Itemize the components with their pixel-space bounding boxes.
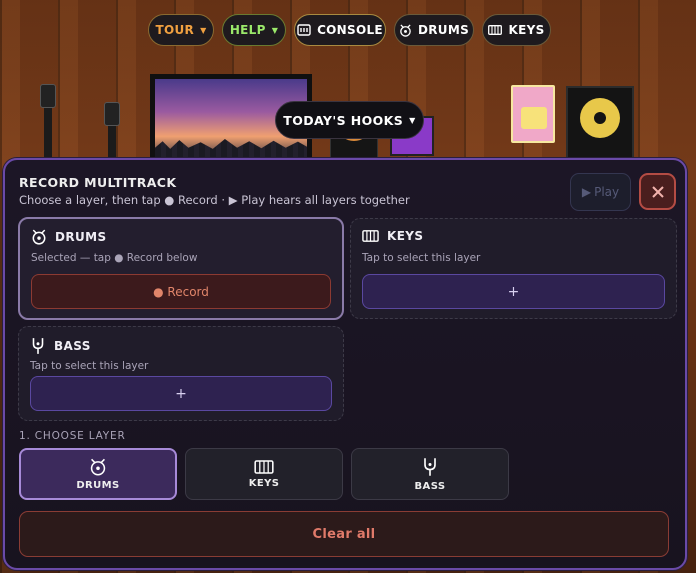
drum-icon bbox=[400, 23, 411, 37]
choose-label: DRUMS bbox=[76, 479, 120, 491]
keys-label: KEYS bbox=[508, 23, 545, 37]
chevron-down-icon: ▼ bbox=[409, 115, 416, 125]
keyboard-icon bbox=[488, 25, 503, 35]
keyboard-icon bbox=[362, 230, 379, 242]
bass-icon bbox=[32, 338, 44, 354]
layer-note: Tap to select this layer bbox=[362, 252, 481, 264]
console-button[interactable]: CONSOLE bbox=[294, 14, 386, 46]
add-layer-button[interactable]: + bbox=[362, 274, 665, 309]
console-icon bbox=[297, 24, 311, 36]
pink-poster bbox=[511, 85, 555, 143]
choose-bass-button[interactable]: BASS bbox=[351, 448, 509, 500]
guitar-decoration bbox=[104, 102, 120, 166]
close-button[interactable] bbox=[639, 173, 676, 210]
tour-button[interactable]: TOUR ▼ bbox=[148, 14, 214, 46]
choose-layer-label: 1. CHOOSE LAYER bbox=[19, 430, 126, 442]
choose-keys-button[interactable]: KEYS bbox=[185, 448, 343, 500]
help-label: HELP bbox=[229, 23, 266, 37]
drum-icon bbox=[90, 458, 106, 475]
drum-icon bbox=[32, 229, 46, 245]
record-button[interactable]: ● Record bbox=[31, 274, 331, 309]
layer-note: Tap to select this layer bbox=[30, 360, 149, 372]
layer-name: KEYS bbox=[387, 229, 424, 243]
layer-card-drums[interactable]: DRUMS Selected — tap ● Record below ● Re… bbox=[18, 217, 344, 320]
bass-icon bbox=[424, 457, 436, 476]
drums-label: DRUMS bbox=[417, 23, 470, 37]
hooks-label: TODAY'S HOOKS bbox=[283, 112, 404, 128]
choose-label: BASS bbox=[414, 480, 446, 492]
todays-hooks-button[interactable]: TODAY'S HOOKS ▼ bbox=[275, 101, 424, 139]
keys-button[interactable]: KEYS bbox=[482, 14, 551, 46]
help-button[interactable]: HELP ▼ bbox=[222, 14, 286, 46]
drums-button[interactable]: DRUMS bbox=[394, 14, 474, 46]
keyboard-icon bbox=[254, 459, 274, 474]
layer-card-keys[interactable]: KEYS Tap to select this layer + bbox=[350, 218, 677, 319]
chevron-down-icon: ▼ bbox=[200, 25, 207, 35]
clear-all-button[interactable]: Clear all bbox=[19, 511, 669, 557]
record-multitrack-panel: RECORD MULTITRACK Choose a layer, then t… bbox=[3, 158, 687, 570]
play-icon: ▶ bbox=[581, 185, 592, 199]
tour-label: TOUR bbox=[155, 23, 195, 37]
close-icon bbox=[651, 185, 664, 198]
console-label: CONSOLE bbox=[317, 23, 383, 37]
panel-subtitle: Choose a layer, then tap ● Record · ▶ Pl… bbox=[19, 193, 410, 207]
layer-name: DRUMS bbox=[55, 230, 107, 244]
layer-note: Selected — tap ● Record below bbox=[31, 252, 198, 264]
guitar-decoration bbox=[40, 84, 56, 166]
layer-name: BASS bbox=[54, 339, 91, 353]
chevron-down-icon: ▼ bbox=[271, 25, 279, 35]
play-label: Play bbox=[594, 185, 620, 199]
choose-label: KEYS bbox=[248, 477, 280, 489]
panel-title: RECORD MULTITRACK bbox=[19, 175, 177, 190]
layer-card-bass[interactable]: BASS Tap to select this layer + bbox=[18, 326, 344, 421]
add-layer-button[interactable]: + bbox=[30, 376, 332, 411]
play-button[interactable]: ▶ Play bbox=[570, 173, 631, 211]
choose-drums-button[interactable]: DRUMS bbox=[19, 448, 177, 500]
gold-record-frame bbox=[566, 86, 634, 160]
